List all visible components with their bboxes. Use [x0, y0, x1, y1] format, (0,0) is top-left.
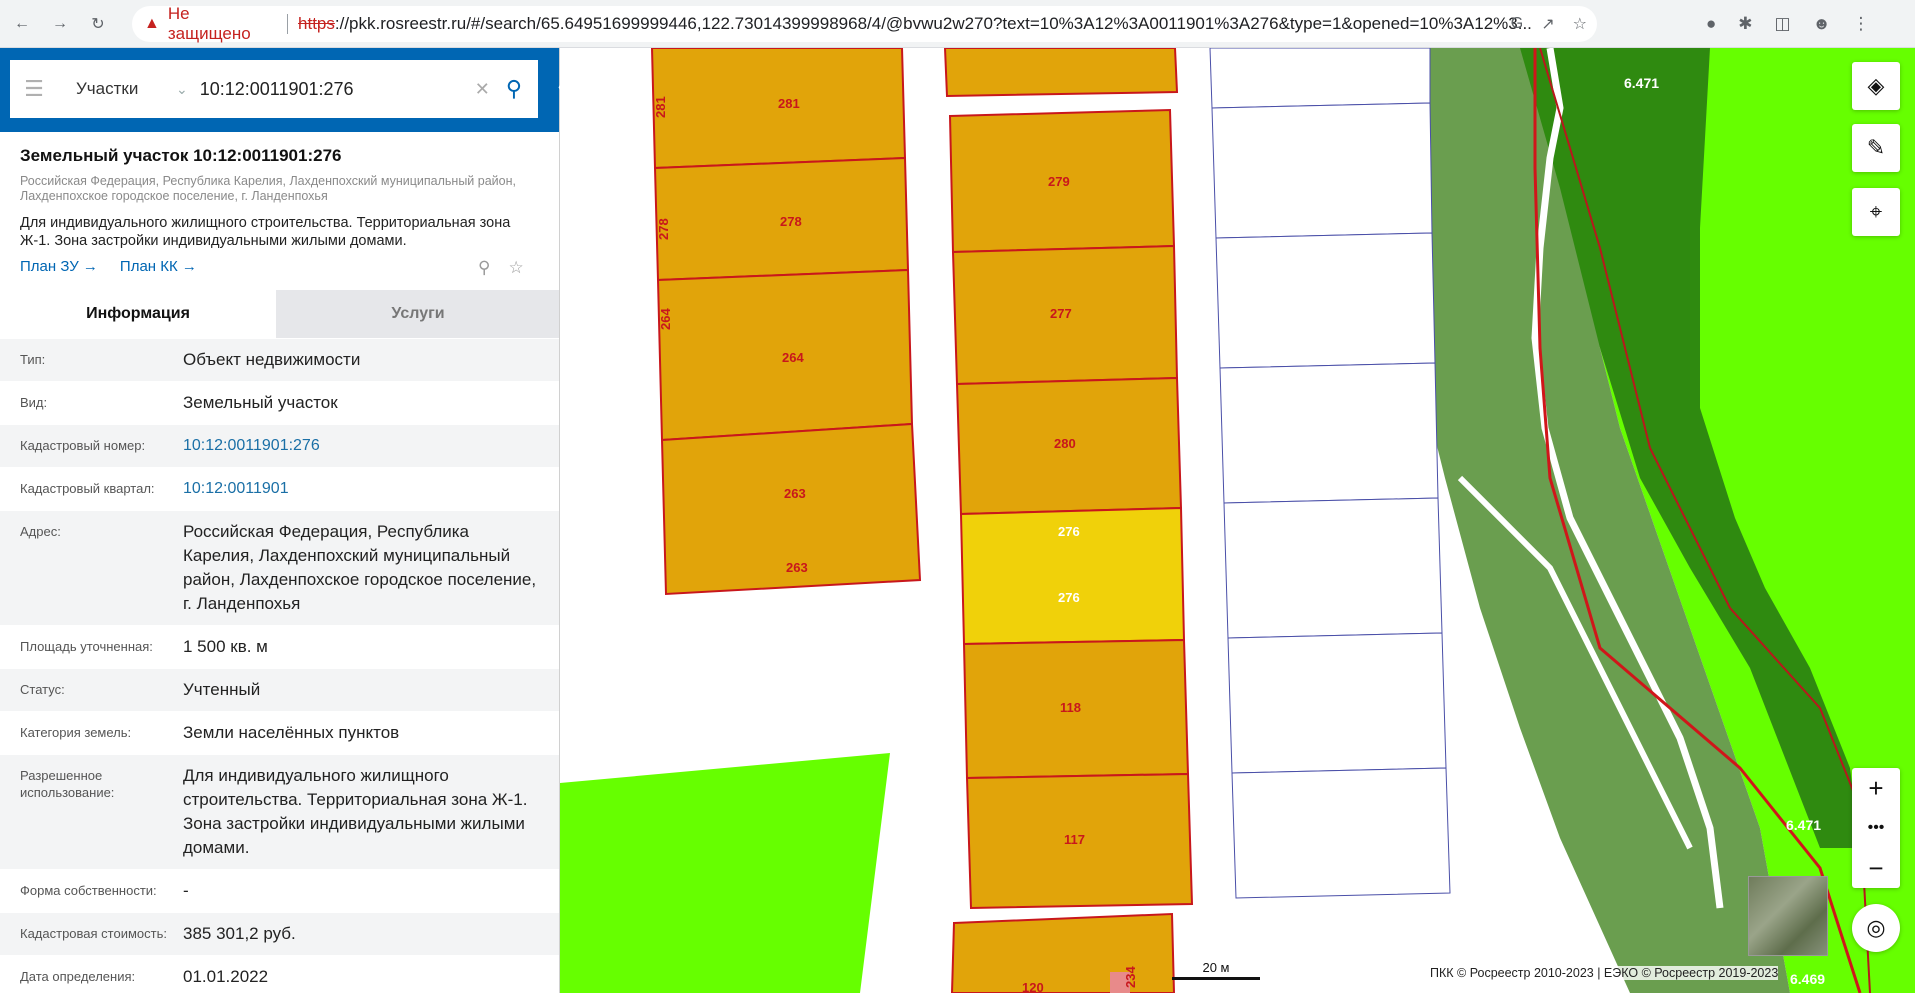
google-icon[interactable]: G [1511, 15, 1523, 33]
basemap-switcher[interactable] [1748, 876, 1828, 956]
info-row-cad-num: Кадастровый номер: 10:12:0011901:276 [0, 424, 559, 467]
parcel-side-label: 264 [658, 308, 673, 330]
white-parcel [1219, 362, 1439, 504]
find-on-map-icon[interactable]: ⚲ [478, 258, 490, 278]
info-row-type: Тип: Объект недвижимости [0, 338, 559, 381]
attribution: ПКК © Росреестр 2010-2023 | ЕЭКО © Росре… [1430, 966, 1779, 980]
info-panel: ☰ Участки ⌄ 10:12:0011901:276 ✕ ⚲ Земель… [0, 48, 560, 993]
parcel-label: 280 [1054, 436, 1076, 451]
cad-block-link[interactable]: 10:12:0011901 [183, 477, 543, 501]
info-row-date: Дата определения: 01.01.2022 [0, 955, 559, 993]
warning-icon: ▲ [144, 15, 160, 32]
tab-information[interactable]: Информация [0, 290, 276, 338]
info-row-cost: Кадастровая стоимость: 385 301,2 руб. [0, 912, 559, 955]
green-area-left [560, 753, 890, 993]
object-title: Земельный участок 10:12:0011901:276 [20, 146, 342, 165]
security-label: Не защищено [167, 4, 251, 43]
search-strip: ☰ Участки ⌄ 10:12:0011901:276 ✕ ⚲ [0, 48, 559, 132]
info-row-address: Адрес: Российская Федерация, Республика К… [0, 510, 559, 625]
parcel-120 [950, 912, 1176, 993]
profile-icon[interactable]: ☻ [1813, 14, 1831, 34]
parcel-label: 264 [782, 350, 804, 365]
parcel-label: 279 [1048, 174, 1070, 189]
parcel-label: 276 [1058, 590, 1080, 605]
zoom-control: + ••• − [1852, 768, 1900, 888]
parcel-label: 278 [780, 214, 802, 229]
parcel-label: 263 [786, 560, 808, 575]
chevron-down-icon[interactable]: ⌄ [176, 81, 188, 98]
locate-button[interactable]: ⌖ [1852, 188, 1900, 236]
water-label: 6.471 [1786, 817, 1821, 833]
parcel-side-label: 278 [656, 218, 671, 240]
plan-kk-link[interactable]: План КК → [120, 258, 197, 275]
object-description: Для индивидуального жилищного строительс… [20, 215, 511, 249]
zoom-in-button[interactable]: + [1852, 768, 1900, 808]
white-parcel [1215, 232, 1436, 369]
parcel-label: 276 [1058, 524, 1080, 539]
plan-zu-link[interactable]: План ЗУ → [20, 258, 98, 275]
parcel-side-label: 281 [653, 96, 668, 118]
search-box: ☰ Участки ⌄ 10:12:0011901:276 ✕ ⚲ [10, 60, 538, 118]
parcel-label: 117 [1064, 832, 1085, 847]
water-label: 6.469 [1790, 971, 1825, 987]
parcel-label: 277 [1050, 306, 1072, 321]
white-parcel [1223, 497, 1443, 639]
menu-icon[interactable]: ☰ [10, 76, 58, 102]
parcel-side-label: 234 [1123, 966, 1138, 988]
more-icon[interactable]: ••• [1852, 808, 1900, 848]
map-canvas[interactable]: 281 281 278 278 264 264 263 263 279 277 … [560, 48, 1915, 993]
info-row-cad-block: Кадастровый квартал: 10:12:0011901 [0, 467, 559, 510]
url-text[interactable]: https://pkk.rosreestr.ru/#/search/65.649… [298, 14, 1597, 34]
object-address: Российская Федерация, Республика Карелия… [20, 174, 516, 203]
extensions-puzzle-icon[interactable]: ✱ [1738, 14, 1752, 34]
zoom-out-button[interactable]: − [1852, 848, 1900, 888]
info-row-status: Статус: Учтенный [0, 668, 559, 711]
sidepanel-icon[interactable]: ◫ [1775, 14, 1791, 34]
parcel-label: 118 [1060, 700, 1081, 715]
info-row-area: Площадь уточненная: 1 500 кв. м [0, 625, 559, 668]
tabs: Информация Услуги [0, 290, 559, 338]
reload-icon[interactable]: ↻ [82, 8, 114, 40]
compass-button[interactable]: ◎ [1852, 904, 1900, 952]
water-label: 6.471 [1624, 75, 1659, 91]
tab-services[interactable]: Услуги [276, 290, 559, 338]
white-parcel [1231, 767, 1451, 899]
white-parcel [1209, 48, 1431, 109]
bookmark-star-icon[interactable]: ☆ [1573, 14, 1587, 34]
browser-menu-icon[interactable]: ⋮ [1852, 14, 1869, 34]
search-type-select[interactable]: Участки [76, 79, 176, 99]
extension-avatar-icon[interactable]: ● [1706, 14, 1716, 34]
info-row-ownership: Форма собственности: - [0, 869, 559, 912]
info-table: Тип: Объект недвижимости Вид: Земельный уч… [0, 338, 559, 993]
favorite-star-icon[interactable]: ☆ [508, 258, 523, 278]
back-icon[interactable]: ← [6, 8, 38, 40]
info-row-usage: Разрешенное использование: Для индивидуал… [0, 754, 559, 869]
info-row-kind: Вид: Земельный участок [0, 381, 559, 424]
white-parcel [1227, 632, 1447, 774]
layers-button[interactable]: ◈ [1852, 62, 1900, 110]
parcel-label: 120 [1022, 980, 1044, 993]
object-header: Земельный участок 10:12:0011901:276 Росс… [20, 146, 540, 250]
ruler-button[interactable]: ✎ [1852, 124, 1900, 172]
white-parcel [1211, 102, 1433, 239]
map-view[interactable]: 281 281 278 278 264 264 263 263 279 277 … [560, 48, 1915, 993]
browser-toolbar: ← → ↻ ▲ Не защищено https://pkk.rosreest… [0, 0, 1915, 48]
search-input[interactable]: 10:12:0011901:276 [200, 79, 475, 100]
parcel-top [943, 48, 1179, 98]
address-bar[interactable]: ▲ Не защищено https://pkk.rosreestr.ru/#… [132, 4, 1597, 43]
clear-icon[interactable]: ✕ [475, 79, 490, 100]
info-row-category: Категория земель: Земли населённых пункто… [0, 711, 559, 754]
parcel-label: 263 [784, 486, 806, 501]
share-icon[interactable]: ↗ [1541, 14, 1554, 34]
scale-bar: 20 м [1172, 960, 1260, 980]
forward-icon[interactable]: → [44, 8, 76, 40]
cad-num-link[interactable]: 10:12:0011901:276 [183, 434, 543, 458]
search-icon[interactable]: ⚲ [506, 76, 522, 102]
parcel-label: 281 [778, 96, 800, 111]
